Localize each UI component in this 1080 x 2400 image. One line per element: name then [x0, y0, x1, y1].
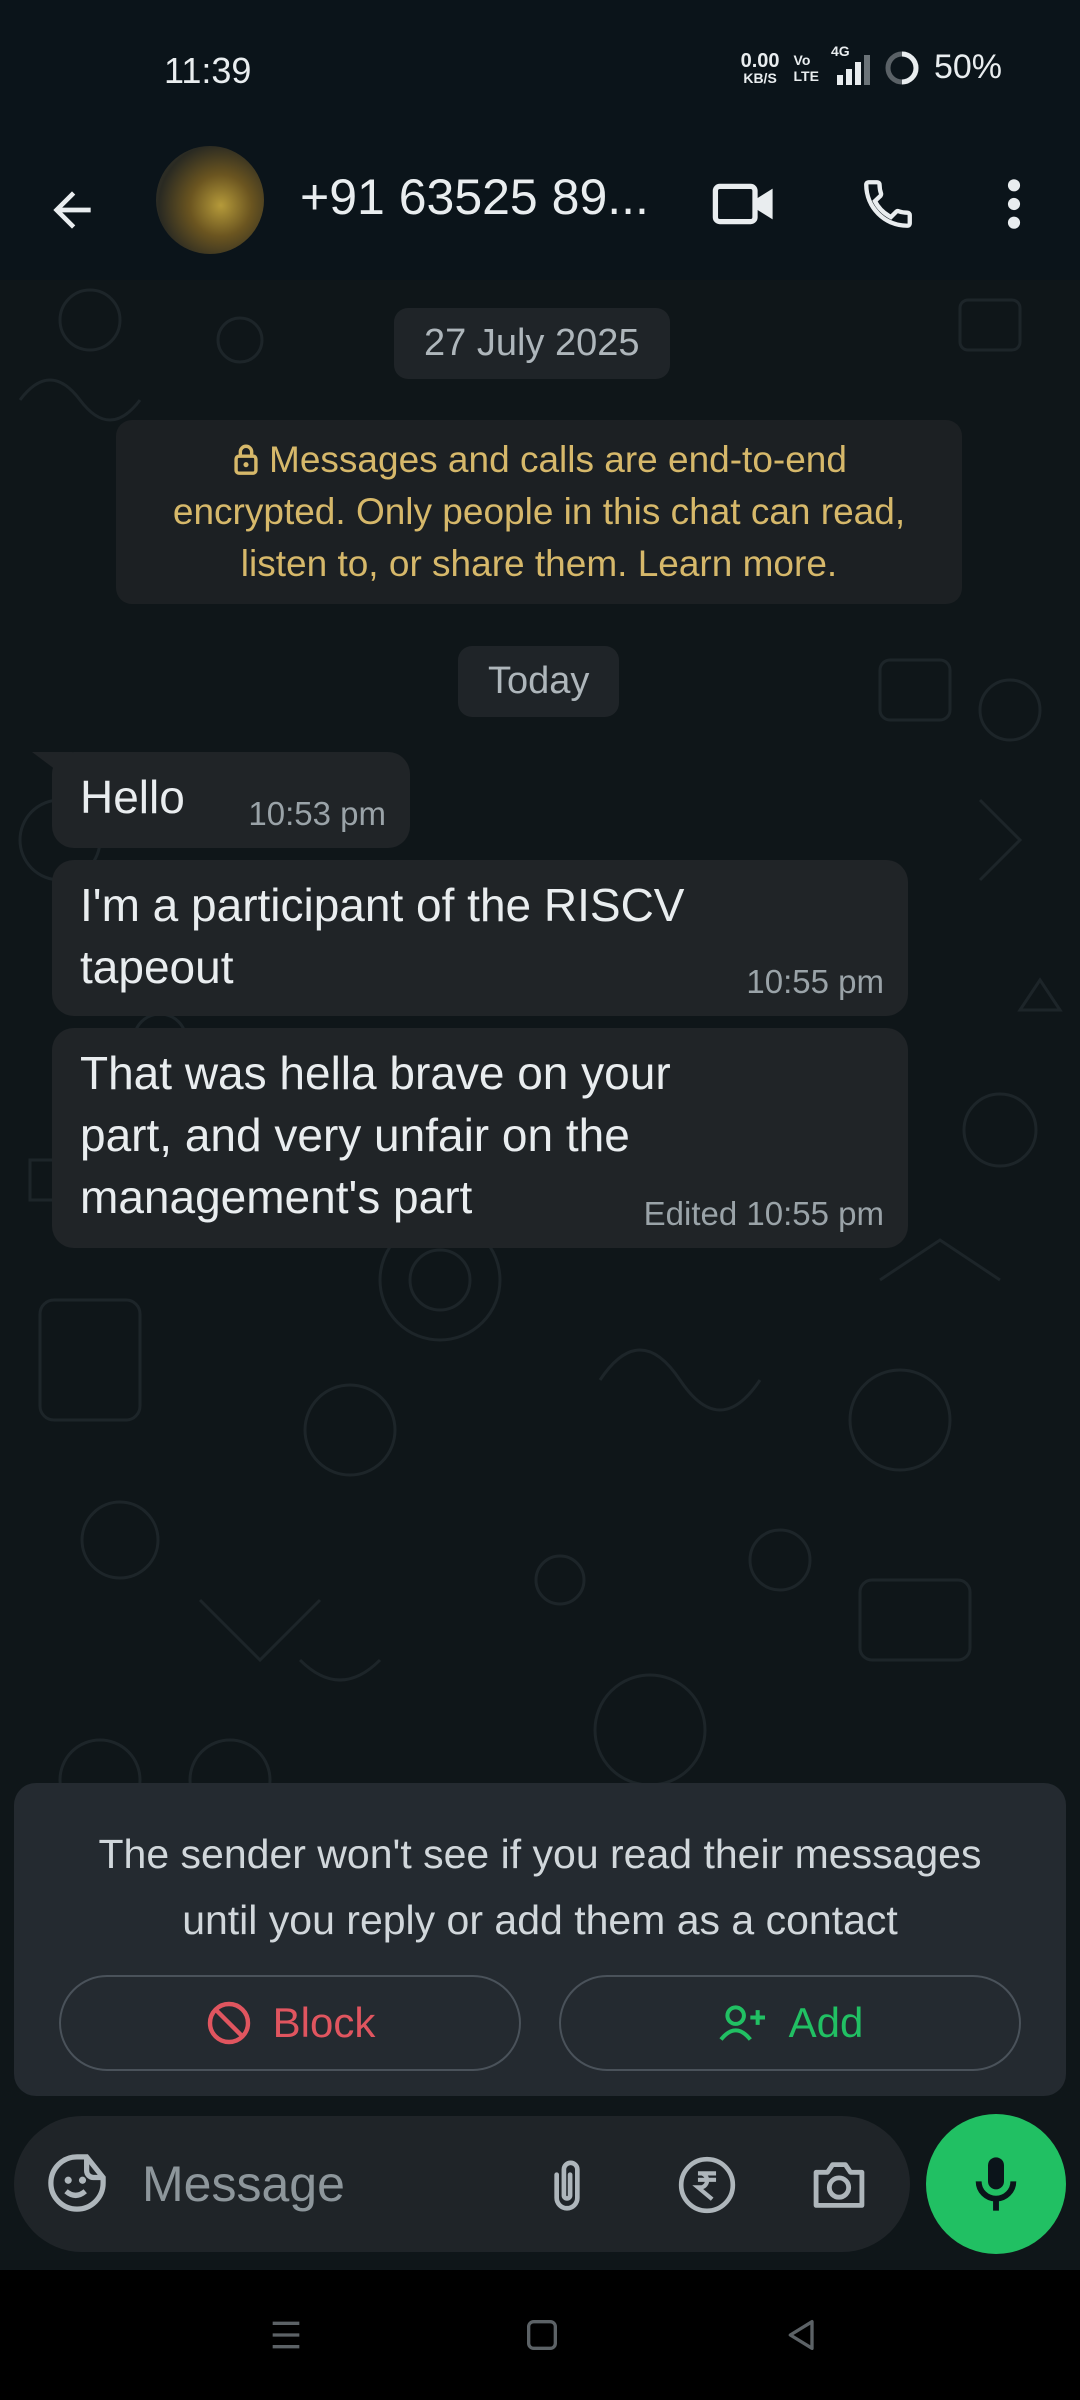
sticker-smiley-icon [48, 2154, 106, 2212]
more-vertical-icon [1007, 179, 1021, 229]
payment-button[interactable] [672, 2150, 742, 2220]
camera-icon [813, 2162, 865, 2208]
video-camera-icon [712, 183, 773, 225]
video-call-button[interactable] [704, 164, 784, 244]
composer-bar [0, 2096, 1080, 2270]
battery-percent: 50% [933, 48, 1002, 86]
network-speed-value: 0.00 [740, 49, 780, 72]
lock-icon [234, 444, 258, 475]
message-time: 10:53 pm [248, 795, 386, 832]
back-nav-button[interactable] [772, 2305, 832, 2365]
home-button[interactable] [512, 2305, 572, 2365]
message-time: 10:55 pm [746, 963, 884, 1000]
date-divider: 27 July 2025 [394, 308, 670, 379]
square-icon [527, 2320, 557, 2350]
unknown-sender-text: The sender won't see if you read their m… [98, 1831, 982, 1943]
message-composer [14, 2116, 910, 2252]
attach-button[interactable] [532, 2150, 602, 2220]
arrow-left-icon [53, 191, 91, 229]
block-button[interactable]: Block [59, 1975, 521, 2071]
battery-ring-icon [884, 50, 920, 86]
voice-message-button[interactable] [926, 2114, 1066, 2254]
contact-avatar[interactable] [156, 146, 264, 254]
status-bar: 11:39 0.00 KB/S Vo LTE 4G 50% [0, 0, 1080, 140]
encryption-notice-text: Messages and calls are end-to-end encryp… [172, 439, 906, 584]
voice-call-button[interactable] [848, 164, 928, 244]
message-time: Edited 10:55 pm [643, 1195, 884, 1232]
encryption-notice[interactable]: Messages and calls are end-to-end encryp… [116, 420, 962, 604]
menu-lines-icon [272, 2321, 300, 2349]
paperclip-icon [554, 2160, 580, 2211]
rupee-icon [678, 2156, 736, 2214]
triangle-back-icon [788, 2320, 814, 2350]
incoming-message[interactable]: That was hella brave on your part, and v… [52, 1028, 908, 1248]
more-options-button[interactable] [974, 164, 1054, 244]
volte-indicator: Vo LTE [794, 52, 819, 84]
signal-icon: 4G [831, 43, 870, 85]
chat-header: +91 63525 89... [0, 140, 1080, 280]
message-text: Hello [80, 771, 185, 823]
contact-name[interactable]: +91 63525 89... [300, 168, 649, 226]
block-icon [207, 2001, 250, 2045]
chat-screen: 11:39 0.00 KB/S Vo LTE 4G 50% +91 63525 … [0, 0, 1080, 2400]
network-type-label: 4G [830, 42, 850, 59]
bubble-tail [32, 752, 72, 782]
recents-button[interactable] [256, 2305, 316, 2365]
add-contact-button[interactable]: Add [559, 1975, 1021, 2071]
unknown-sender-card: The sender won't see if you read their m… [14, 1783, 1066, 2096]
status-icons: 0.00 KB/S Vo LTE 4G 50% [741, 43, 1002, 87]
message-input[interactable] [142, 2146, 522, 2222]
system-nav-bar [0, 2270, 1080, 2400]
back-button[interactable] [40, 170, 104, 250]
network-speed-unit: KB/S [743, 69, 777, 86]
phone-icon [864, 180, 912, 228]
volte-bottom-label: LTE [793, 67, 819, 84]
network-speed: 0.00 KB/S [741, 51, 780, 85]
microphone-icon [975, 2157, 1017, 2211]
status-time: 11:39 [164, 50, 252, 91]
incoming-message[interactable]: I'm a participant of the RISCV tapeout 1… [52, 860, 908, 1016]
emoji-button[interactable] [44, 2150, 110, 2221]
camera-button[interactable] [804, 2150, 874, 2220]
message-text: I'm a participant of the RISCV tapeout [80, 879, 685, 993]
today-divider: Today [458, 646, 620, 717]
add-person-icon [719, 2005, 765, 2041]
add-label: Add [788, 1999, 864, 2046]
incoming-message[interactable]: Hello 10:53 pm [32, 752, 410, 848]
volte-top-label: Vo [793, 51, 811, 68]
block-label: Block [272, 1999, 376, 2046]
